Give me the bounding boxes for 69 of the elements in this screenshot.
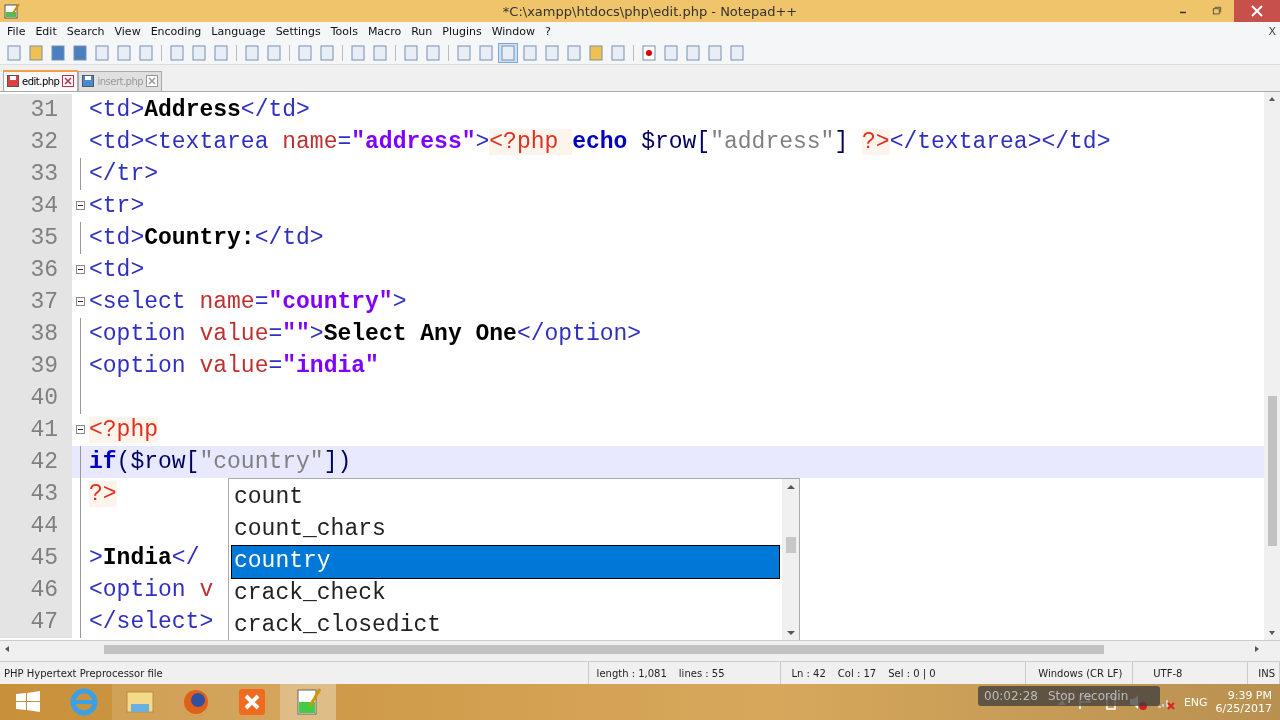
menu-item[interactable]: Edit [30,25,62,39]
scroll-thumb[interactable] [1267,395,1277,546]
code-line: <select name="country"> [89,288,407,315]
line-number: 34 [0,189,72,222]
scroll-thumb[interactable] [785,536,796,553]
line-number: 45 [0,541,72,574]
line-info: Ln : 42 [791,667,826,679]
menu-item[interactable]: Search [61,25,110,39]
line-number: 32 [0,125,72,158]
autocomplete-item[interactable]: crack_closedict [232,609,779,641]
fold-minus-icon[interactable] [76,297,85,307]
record-icon[interactable] [640,43,658,62]
line-number: 37 [0,285,72,318]
column-info: Col : 17 [837,667,877,679]
fold-minus-icon[interactable] [76,425,85,435]
code-line: <tr> [89,192,145,219]
menu-item[interactable]: Settings [270,25,326,39]
menu-item[interactable]: Tools [325,25,363,39]
file-tab[interactable]: edit.php [3,69,79,91]
line-number: 31 [0,93,72,126]
code-line: <option v [89,576,214,603]
code-line: </select> [89,608,214,635]
line-number: 46 [0,573,72,606]
autocomplete-item[interactable]: country [232,545,779,578]
menu-item[interactable]: Run [406,25,438,39]
line-number: 33 [0,157,72,190]
autocomplete-item[interactable]: crack_check [232,577,779,610]
code-line: <td><textarea name="address"><?php echo $row["address"] ?></textarea></td> [89,128,1111,155]
cross-logo-icon[interactable] [224,684,280,720]
lines-info: lines : 55 [678,667,725,679]
notepad-icon [4,3,20,19]
selection-info: Sel : 0 | 0 [888,667,936,679]
code-line: <td>Country:</td> [89,224,324,251]
fold-minus-icon[interactable] [76,201,85,211]
autocomplete-item[interactable]: count_chars [232,513,779,546]
line-number: 36 [0,253,72,286]
line-number: 40 [0,381,72,414]
line-number: 47 [0,605,72,638]
line-number: 41 [0,413,72,446]
code-line: <td>Address</td> [89,96,310,123]
window-title: *C:\xampp\htdocs\php\edit.php - Notepad++ [502,3,798,19]
close-document-button[interactable]: X [1268,25,1280,39]
stop-recording-button[interactable]: Stop recordin [1047,689,1129,703]
line-number: 42 [0,445,72,478]
code-line: >India</ [89,544,200,571]
code-line: <option value="">Select Any One</option> [89,320,642,347]
menu-item[interactable]: ? [540,25,556,39]
autocomplete-item[interactable]: count [232,481,779,514]
menu-item[interactable]: Plugins [437,25,487,39]
menu-item[interactable]: Language [206,25,271,39]
line-number: 39 [0,349,72,382]
menu-item[interactable]: Window [486,25,541,39]
menu-item[interactable]: View [109,25,146,39]
line-number: 43 [0,477,72,510]
line-number: 35 [0,221,72,254]
notepad-icon[interactable] [280,684,336,720]
line-number: 44 [0,509,72,542]
menu-item[interactable]: File [2,25,31,39]
code-line: <td> [89,256,145,283]
length-info: length : 1,081 [596,667,667,679]
recording-time: 00:02:28 [984,689,1038,703]
code-line: <option value="india" [89,352,379,379]
code-line: </tr> [89,160,158,187]
menu-item[interactable]: Macro [362,25,407,39]
line-number: 38 [0,317,72,350]
scrollbar[interactable] [782,478,799,641]
menu-item[interactable]: Encoding [145,25,207,39]
scroll-thumb[interactable] [104,644,1104,654]
fold-minus-icon[interactable] [76,265,85,275]
